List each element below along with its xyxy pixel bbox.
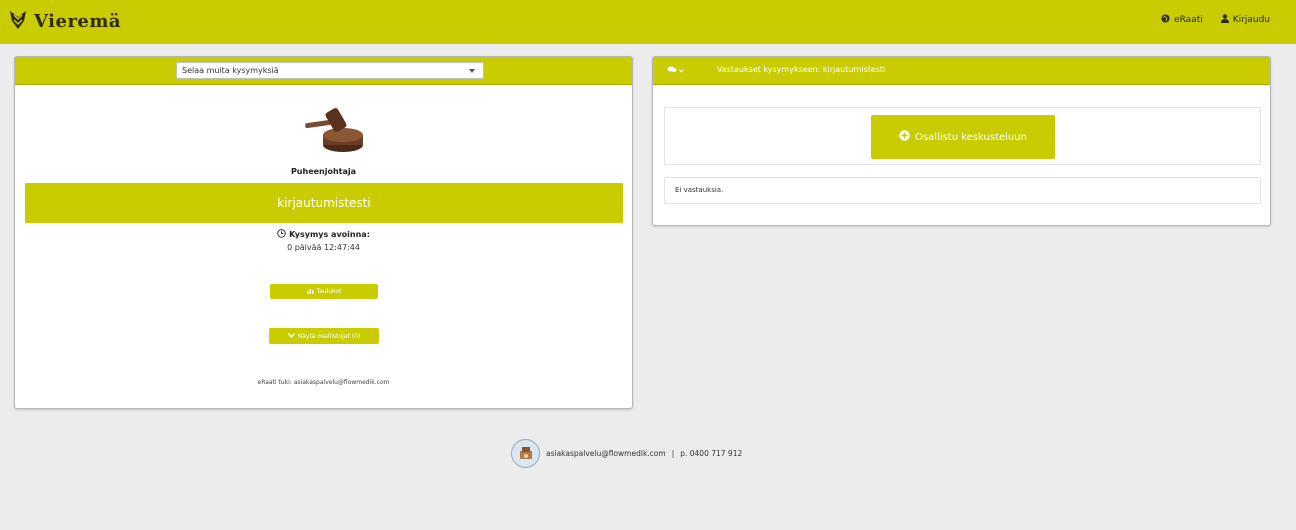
footer-phone: p. 0400 717 912 [680, 448, 743, 458]
role-label: Puheenjohtaja [290, 167, 357, 176]
join-discussion-button[interactable]: Osallistu keskusteluun [871, 115, 1055, 159]
top-navbar: Vieremä eRaati Kirjaudu [0, 0, 1296, 44]
chat-options-toggle[interactable] [667, 66, 684, 76]
answers-panel-header: Vastaukset kysymykseen: kirjautumistesti [653, 57, 1270, 85]
brand-logo-icon [8, 9, 28, 34]
nav-eraati-label: eRaati [1174, 15, 1203, 25]
brand[interactable]: Vieremä [8, 8, 121, 34]
question-title: kirjautumistesti [25, 183, 623, 223]
answers-panel-title: Vastaukset kysymykseen: kirjautumistesti [717, 65, 886, 74]
join-discussion-box: Osallistu keskusteluun [664, 107, 1261, 165]
question-open-text: Kysymys avoinna: [289, 230, 370, 239]
question-open-label: Kysymys avoinna: [15, 229, 632, 240]
no-answers-box: Ei vastauksia. [664, 177, 1261, 204]
bar-chart-icon [306, 288, 314, 296]
chevron-down-icon [469, 69, 475, 73]
support-contact: eRaati tuki: asiakaspalvelu@flowmedik.co… [257, 379, 390, 386]
top-nav: eRaati Kirjaudu [1161, 14, 1270, 26]
globe-icon [1161, 14, 1170, 26]
no-answers-text: Ei vastauksia. [675, 186, 724, 194]
plus-circle-icon [899, 130, 910, 144]
gavel-icon [303, 107, 365, 153]
question-panel: Selaa muita kysymyksiä Puheenjohtaja kir… [14, 56, 633, 409]
chat-bubble-icon [667, 66, 677, 76]
browse-questions-value: Selaa muita kysymyksiä [182, 66, 279, 75]
nav-login-label: Kirjaudu [1232, 15, 1270, 25]
footer: asiakaspalvelu@flowmedik.com | p. 0400 7… [511, 438, 742, 468]
question-panel-header: Selaa muita kysymyksiä [15, 57, 632, 85]
footer-separator: | [671, 448, 675, 458]
tables-button[interactable]: Taulukot [270, 284, 378, 299]
tables-button-label: Taulukot [316, 288, 342, 295]
question-open-time: 0 päivää 12:47:44 [287, 243, 360, 252]
show-participants-button[interactable]: Näytä osallistujat (0) [269, 328, 379, 344]
chevron-down-icon [679, 66, 684, 76]
nav-eraati-link[interactable]: eRaati [1161, 14, 1203, 26]
show-participants-label: Näytä osallistujat (0) [297, 332, 361, 340]
footer-email[interactable]: asiakaspalvelu@flowmedik.com [546, 449, 666, 458]
brand-name: Vieremä [34, 10, 122, 32]
clock-icon [277, 229, 286, 240]
support-avatar [511, 438, 540, 468]
answers-panel: Vastaukset kysymykseen: kirjautumistesti… [652, 56, 1271, 226]
user-icon [1220, 14, 1229, 26]
nav-login-link[interactable]: Kirjaudu [1220, 14, 1270, 26]
browse-questions-select[interactable]: Selaa muita kysymyksiä [176, 62, 484, 79]
chevron-down-icon [287, 332, 295, 340]
join-discussion-label: Osallistu keskusteluun [915, 131, 1027, 143]
